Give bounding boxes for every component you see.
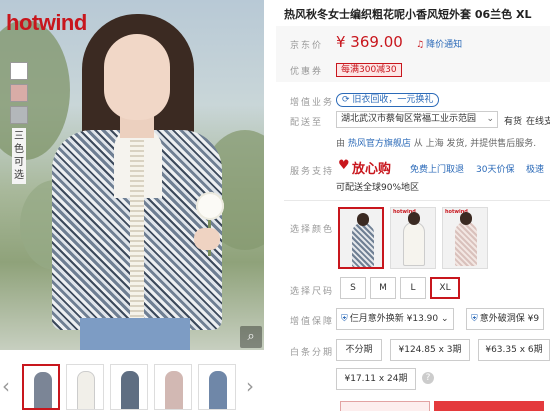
magnifier-icon[interactable]: ⌕	[240, 326, 262, 348]
thumbnail-figure	[34, 372, 52, 408]
bell-icon: ♫	[416, 40, 425, 50]
white-rose	[196, 192, 224, 220]
thumbnail-figure	[121, 371, 139, 409]
installment-label: 白条分期	[290, 348, 335, 358]
store-link[interactable]: 热风官方旗舰店	[348, 139, 411, 149]
coupon-badge[interactable]: 每满300减30	[336, 63, 402, 77]
ship-from-text: 由 热风官方旗舰店 从 上海 发货, 并提供售后服务.	[336, 136, 536, 149]
service-price-protect[interactable]: 30天价保	[476, 162, 514, 175]
ship-prefix: 由	[336, 139, 346, 149]
thumbnail[interactable]	[66, 364, 104, 410]
service-express[interactable]: 极速	[526, 162, 544, 175]
price-label: 京东价	[290, 41, 324, 51]
service-label: 服务支持	[290, 167, 335, 177]
trade-in-button[interactable]: ⟳ 旧衣回收，一元换礼	[336, 93, 440, 107]
color-figure	[455, 222, 477, 266]
service-sub: 可配送全球90%地区	[336, 183, 420, 193]
service-main[interactable]: 放心购	[352, 158, 391, 177]
installment-none[interactable]: 不分期	[336, 339, 382, 361]
installment-6[interactable]: ¥63.35 x 6期	[478, 339, 550, 361]
trade-label: 增值业务	[290, 98, 335, 108]
thumbnail[interactable]	[198, 364, 236, 410]
model-hand	[194, 228, 220, 250]
jeans	[80, 318, 190, 350]
brand-logo: hotwind	[6, 10, 87, 35]
address-select[interactable]: 湖北武汉市蔡甸区常福工业示范园 ⌄	[336, 111, 498, 128]
swatch-grey	[10, 106, 28, 124]
thumbnail-strip: ‹ ›	[0, 360, 264, 411]
size-option-l[interactable]: L	[400, 277, 426, 299]
ship-suffix: 从 上海 发货, 并提供售后服务.	[413, 139, 537, 149]
color-figure-head	[460, 212, 472, 225]
action-button[interactable]	[434, 401, 544, 411]
model-face	[104, 34, 170, 120]
insurance-hole-option[interactable]: ⛨ 意外破洞保 ¥9	[466, 308, 545, 330]
insurance-label: 增值保障	[290, 317, 335, 327]
action-bar-peek	[284, 400, 550, 411]
action-button[interactable]	[340, 401, 430, 411]
size-label: 选择尺码	[290, 287, 335, 297]
chevron-right-icon[interactable]: ›	[246, 374, 254, 398]
thumbnail-figure	[77, 371, 95, 409]
service-free-return[interactable]: 免费上门取退	[410, 162, 464, 175]
color-swatches: 三色可选	[10, 62, 32, 184]
stock-extra: 在线支	[526, 117, 550, 127]
jacket-trim	[130, 140, 144, 320]
shield-icon: ⛨	[471, 314, 478, 324]
thumbnail-figure	[165, 371, 183, 409]
color-option-white[interactable]: hotwind	[390, 207, 436, 269]
color-label: 选择颜色	[290, 225, 335, 235]
size-option-xl[interactable]: XL	[430, 277, 460, 299]
coupon-label: 优惠券	[290, 67, 324, 77]
product-info: 热风秋冬女士编织粗花呢小香风短外套 06兰色 XL 京东价 ¥ 369.00 ♫…	[270, 0, 550, 411]
size-option-s[interactable]: S	[340, 277, 366, 299]
ship-label: 配送至	[290, 118, 324, 128]
price-notice-link[interactable]: ♫ 降价通知	[416, 37, 462, 50]
swatch-pink	[10, 84, 28, 102]
insurance-replace-text: 仨月意外换新 ¥13.90	[349, 314, 439, 324]
color-figure	[403, 222, 425, 266]
installment-3[interactable]: ¥124.85 x 3期	[390, 339, 470, 361]
swatch-white	[10, 62, 28, 80]
trade-in-text: 旧衣回收，一元换礼	[352, 95, 434, 105]
price-value: ¥ 369.00	[336, 33, 403, 51]
heart-icon: ♥	[338, 158, 350, 173]
installment-24[interactable]: ¥17.11 x 24期	[336, 368, 416, 390]
stock-status: 有货	[504, 117, 523, 127]
price-notice-text: 降价通知	[426, 40, 463, 50]
insurance-replace-option[interactable]: ⛨ 仨月意外换新 ¥13.90 ⌄	[336, 308, 454, 330]
thumbnail-figure	[209, 371, 227, 409]
color-figure-head	[357, 213, 369, 226]
insurance-hole-text: 意外破洞保 ¥9	[479, 314, 540, 324]
address-text: 湖北武汉市蔡甸区常福工业示范园	[341, 114, 477, 124]
thumbnail[interactable]	[110, 364, 148, 410]
swatch-label: 三色可选	[12, 128, 26, 184]
help-icon[interactable]: ?	[422, 372, 434, 384]
shield-icon: ⛨	[341, 314, 348, 324]
color-option-blue[interactable]	[338, 207, 384, 269]
thumbnail[interactable]	[22, 364, 60, 410]
product-gallery: hotwind 三色可选 ⌕ ‹ ›	[0, 0, 264, 411]
chevron-down-icon: ⌄	[486, 114, 494, 124]
chevron-left-icon[interactable]: ‹	[2, 374, 10, 398]
main-product-image[interactable]: hotwind 三色可选 ⌕	[0, 0, 264, 350]
product-title: 热风秋冬女士编织粗花呢小香风短外套 06兰色 XL	[284, 8, 532, 21]
color-figure	[352, 223, 374, 267]
color-option-pink[interactable]: hotwind	[442, 207, 488, 269]
divider	[284, 200, 550, 201]
color-figure-head	[408, 212, 420, 225]
size-option-m[interactable]: M	[370, 277, 396, 299]
thumbnail[interactable]	[154, 364, 192, 410]
